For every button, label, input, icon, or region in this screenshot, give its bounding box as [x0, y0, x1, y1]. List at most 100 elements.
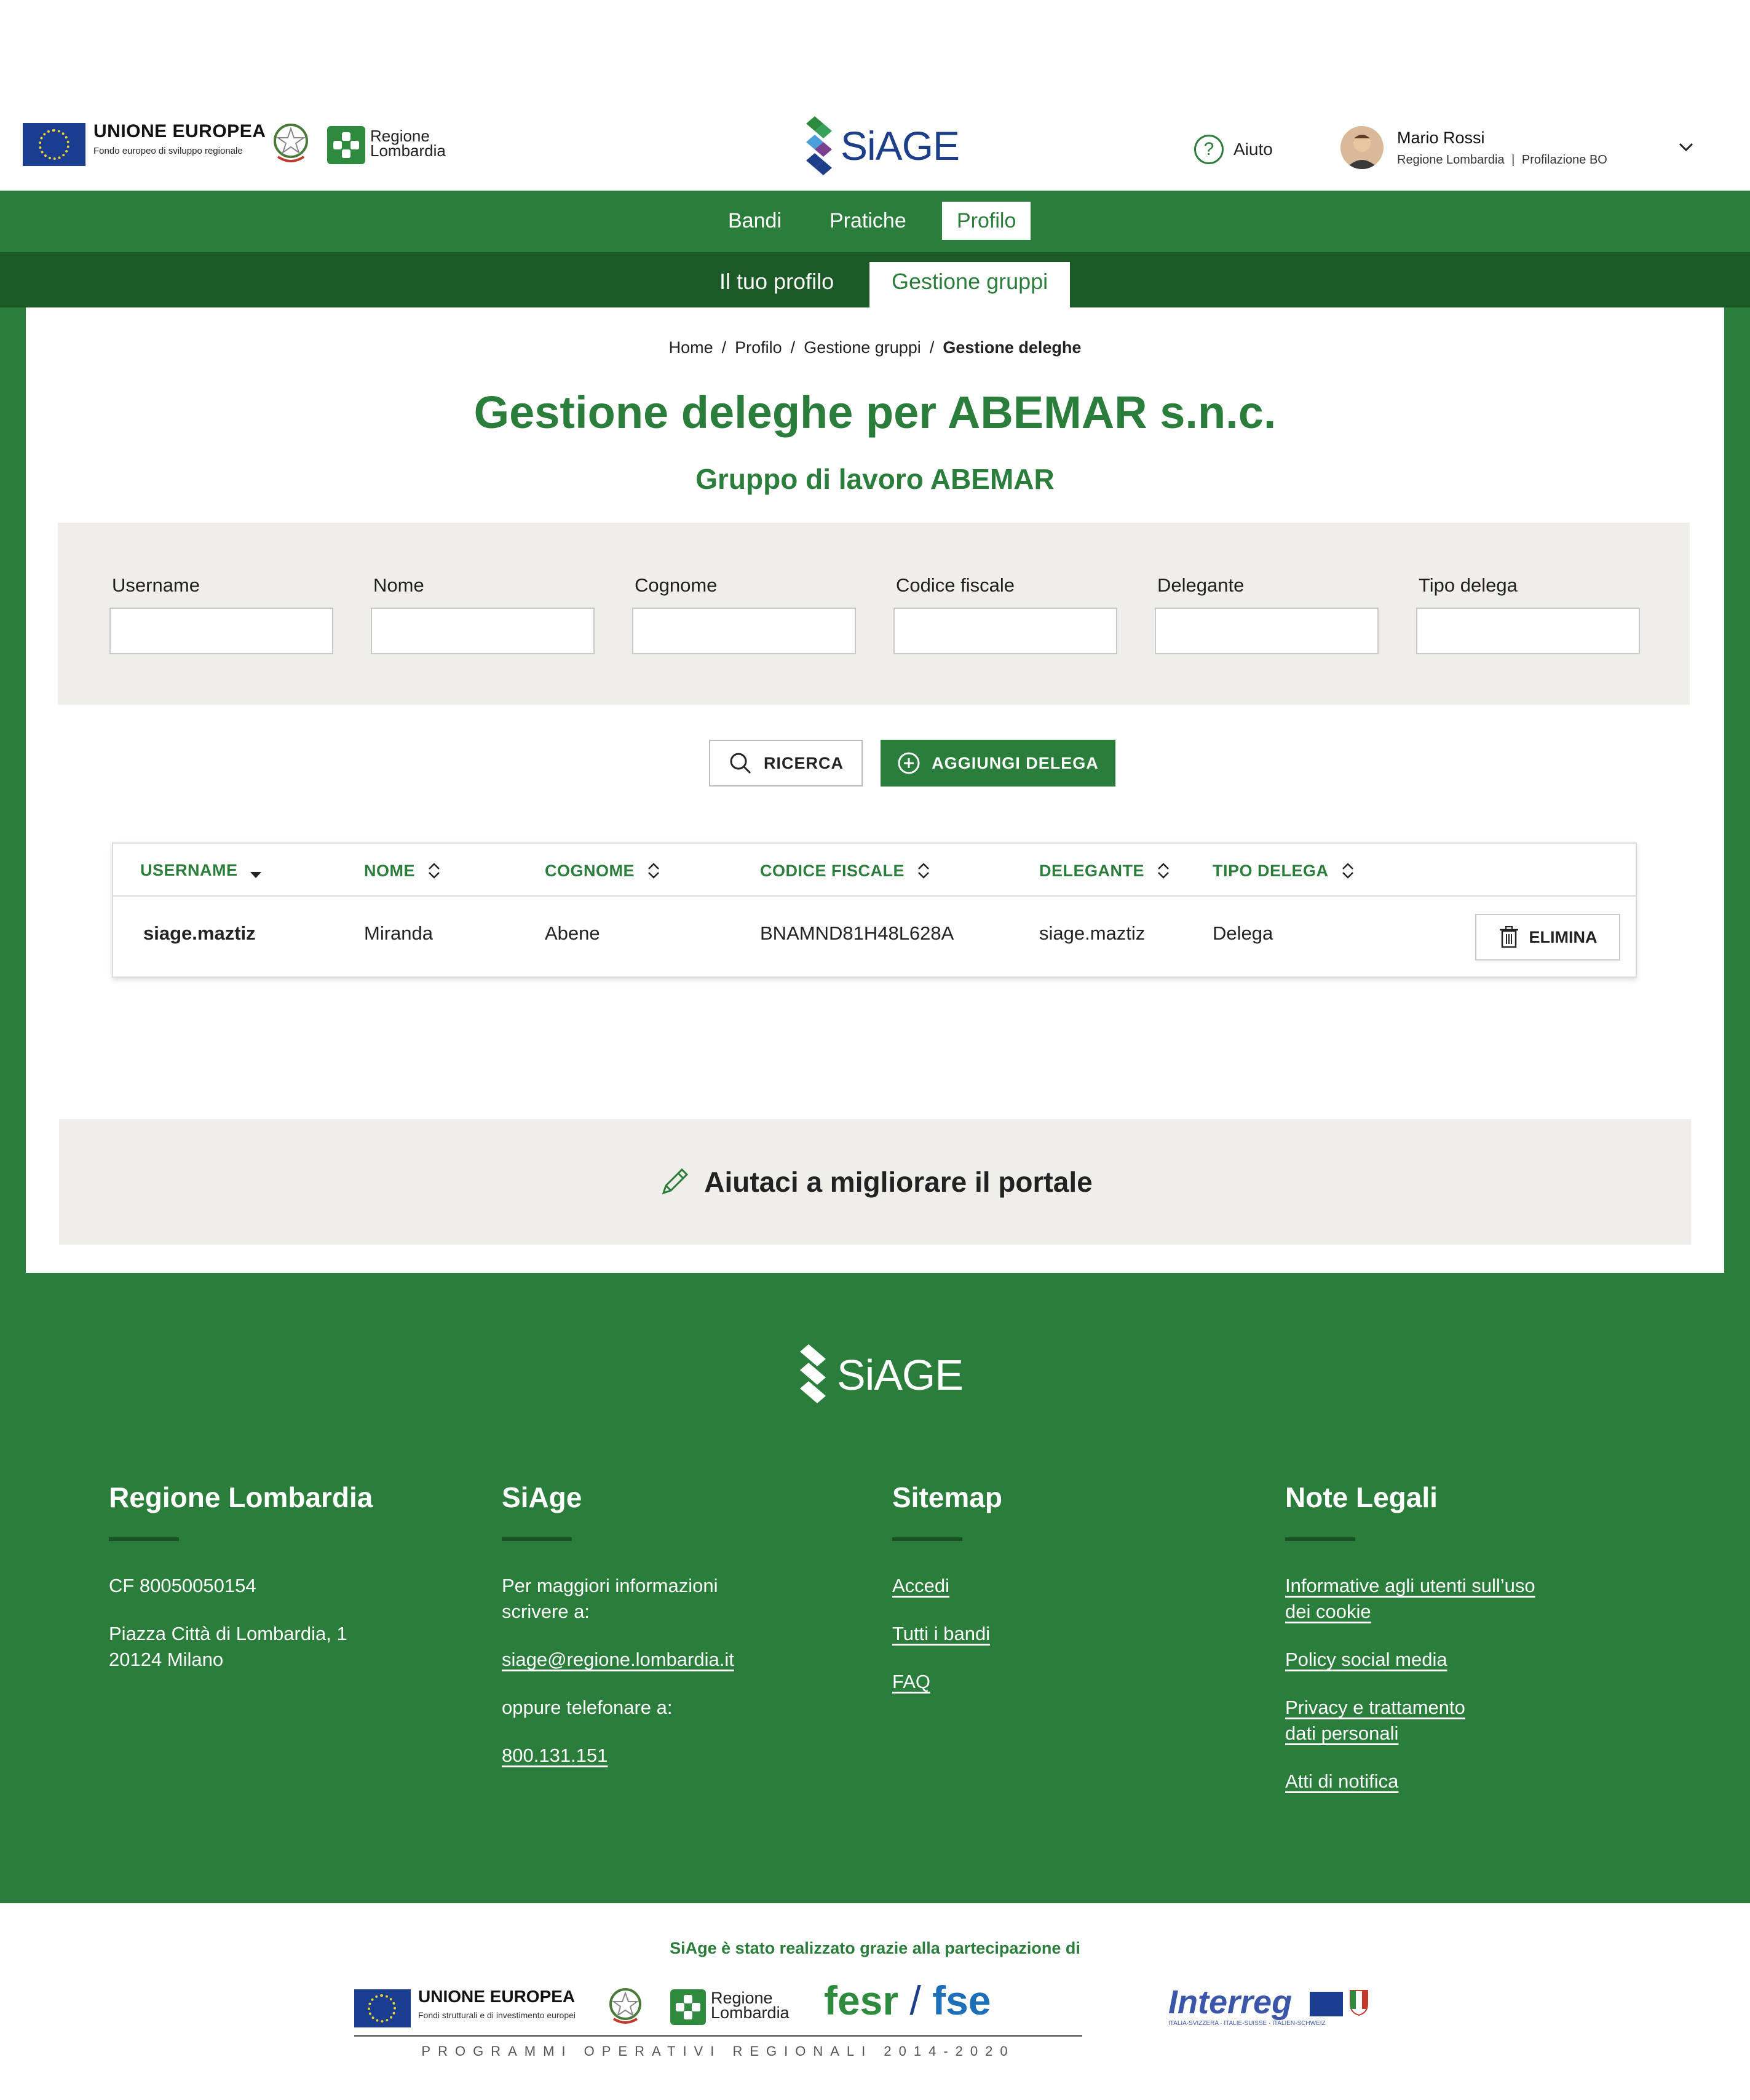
filter-cognome-label: Cognome	[635, 574, 718, 596]
sort-icon	[1158, 863, 1169, 879]
cell-delegante: siage.maztiz	[1039, 922, 1146, 944]
user-separator: |	[1511, 153, 1515, 167]
partners-eu-title: UNIONE EUROPEA	[418, 1987, 576, 2006]
footer-phone-intro: oppure telefonare a:	[502, 1697, 673, 1718]
filter-codice-fiscale: Codice fiscale	[893, 574, 1117, 654]
filter-tipo-delega-label: Tipo delega	[1419, 574, 1518, 596]
regione-lombardia-logo-icon	[670, 1989, 706, 2025]
divider	[109, 1537, 179, 1541]
filter-username: Username	[109, 574, 333, 654]
footer-link-accedi[interactable]: Accedi	[892, 1573, 1200, 1599]
user-name[interactable]: Mario Rossi	[1397, 129, 1485, 148]
help-label: Aiuto	[1233, 140, 1273, 159]
search-icon	[730, 753, 751, 774]
footer-siage-logo[interactable]: SiAGE	[796, 1342, 981, 1409]
tab-il-tuo-profilo[interactable]: Il tuo profilo	[697, 262, 856, 307]
tab-gestione-gruppi[interactable]: Gestione gruppi	[869, 262, 1071, 307]
footer-cf: CF 80050050154	[109, 1575, 256, 1596]
filter-tipo-delega: Tipo delega	[1416, 574, 1640, 654]
swiss-italian-shield-icon	[1350, 1990, 1368, 2016]
italian-emblem-icon	[609, 1988, 641, 2024]
footer-link-atti-notifica[interactable]: Atti di notifica	[1285, 1769, 1593, 1794]
footer-siage-title: SiAge	[502, 1481, 582, 1513]
delete-button[interactable]: ELIMINA	[1475, 914, 1620, 961]
column-delegante[interactable]: DELEGANTE	[1039, 861, 1171, 881]
filter-nome-label: Nome	[373, 574, 424, 596]
filter-panel: Username Nome Cognome Codice fiscale Del…	[58, 523, 1690, 705]
fesr-text: fesr	[824, 1978, 899, 2023]
column-username[interactable]: USERNAME	[140, 861, 263, 880]
chevron-down-icon[interactable]	[1674, 135, 1698, 159]
nome-input[interactable]	[371, 608, 595, 654]
fse-text: fse	[932, 1978, 991, 2023]
nav-profilo[interactable]: Profilo	[942, 202, 1031, 240]
italian-emblem-icon	[274, 124, 308, 162]
sub-nav: Il tuo profilo Gestione gruppi	[0, 252, 1750, 307]
eu-subtitle: Fondo europeo di sviluppo regionale	[93, 146, 243, 156]
sort-icon	[648, 863, 659, 879]
divider	[502, 1537, 572, 1541]
footer-col-siage: SiAge Per maggiori informazioni scrivere …	[502, 1481, 809, 1791]
search-button[interactable]: RICERCA	[709, 740, 863, 787]
column-codice-fiscale[interactable]: CODICE FISCALE	[760, 861, 932, 881]
sort-desc-icon	[250, 871, 261, 878]
footer-link-tutti-i-bandi[interactable]: Tutti i bandi	[892, 1621, 1200, 1647]
footer-col-note-legali: Note Legali Informative agli utenti sull…	[1285, 1481, 1593, 1817]
nav-bandi[interactable]: Bandi	[713, 202, 796, 240]
eu-flag-small-icon	[1310, 1992, 1343, 2016]
siage-logo[interactable]: SiAGE	[802, 114, 987, 181]
cell-tipo-delega: Delega	[1213, 922, 1273, 944]
fesr-slash: /	[909, 1978, 921, 2023]
column-nome[interactable]: NOME	[364, 861, 442, 881]
footer-link-privacy[interactable]: Privacy e trattamento dati personali	[1285, 1695, 1593, 1746]
filter-nome: Nome	[371, 574, 595, 654]
avatar[interactable]	[1340, 126, 1384, 169]
cell-username: siage.maztiz	[143, 922, 256, 944]
add-delega-button[interactable]: AGGIUNGI DELEGA	[881, 740, 1115, 787]
column-tipo-delega[interactable]: TIPO DELEGA	[1213, 861, 1356, 881]
filter-codice-fiscale-label: Codice fiscale	[896, 574, 1015, 596]
delegante-input[interactable]	[1155, 608, 1379, 654]
footer-link-faq[interactable]: FAQ	[892, 1669, 1200, 1695]
siage-logo-text: SiAGE	[841, 123, 960, 168]
partners-programmes: PROGRAMMI OPERATIVI REGIONALI 2014-2020	[421, 2043, 1015, 2059]
username-input[interactable]	[109, 608, 333, 654]
divider	[1285, 1537, 1355, 1541]
footer-col-sitemap: Sitemap Accedi Tutti i bandi FAQ	[892, 1481, 1200, 1717]
filter-cognome: Cognome	[632, 574, 856, 654]
table-header: USERNAME NOME COGNOME CODICE FISCALE DEL…	[113, 844, 1636, 897]
page-subtitle: Gruppo di lavoro ABEMAR	[695, 463, 1055, 495]
eu-title: UNIONE EUROPEA	[93, 121, 266, 141]
cell-nome: Miranda	[364, 922, 433, 944]
search-button-label: RICERCA	[763, 753, 844, 772]
breadcrumb-home[interactable]: Home	[669, 338, 713, 357]
feedback-banner[interactable]: Aiutaci a migliorare il portale	[59, 1119, 1691, 1245]
eu-flag-icon	[23, 123, 85, 166]
cognome-input[interactable]	[632, 608, 856, 654]
footer-link-policy-social[interactable]: Policy social media	[1285, 1647, 1593, 1673]
footer-link-cookie[interactable]: Informative agli utenti sull’uso dei cook…	[1285, 1573, 1593, 1625]
nav-pratiche[interactable]: Pratiche	[815, 202, 921, 240]
partners-eu-subtitle: Fondi strutturali e di investimento euro…	[418, 2010, 576, 2020]
breadcrumb-profilo[interactable]: Profilo	[735, 338, 782, 357]
breadcrumb-gestione-gruppi[interactable]: Gestione gruppi	[804, 338, 921, 357]
filter-delegante: Delegante	[1155, 574, 1379, 654]
sort-icon	[429, 863, 440, 879]
footer-legal-title: Note Legali	[1285, 1481, 1438, 1513]
page-title: Gestione deleghe per ABEMAR s.n.c.	[473, 387, 1277, 438]
codice-fiscale-input[interactable]	[893, 608, 1117, 654]
footer-email-link[interactable]: siage@regione.lombardia.it	[502, 1647, 809, 1673]
plus-circle-icon	[898, 752, 920, 774]
tipo-delega-input[interactable]	[1416, 608, 1640, 654]
footer-address: Piazza Città di Lombardia, 1 20124 Milano	[109, 1623, 347, 1670]
user-details: Regione Lombardia | Profilazione BO	[1397, 153, 1607, 167]
column-cognome[interactable]: COGNOME	[545, 861, 662, 881]
footer-phone-link[interactable]: 800.131.151	[502, 1743, 809, 1769]
footer-info: Per maggiori informazioni scrivere a:	[502, 1575, 718, 1622]
filter-delegante-label: Delegante	[1157, 574, 1245, 596]
siage-diamond-icon	[800, 1344, 826, 1403]
pencil-icon	[662, 1168, 689, 1195]
help-link[interactable]: ? Aiuto	[1194, 135, 1273, 164]
deleghe-table: USERNAME NOME COGNOME CODICE FISCALE DEL…	[112, 842, 1637, 978]
add-delega-label: AGGIUNGI DELEGA	[932, 753, 1099, 772]
